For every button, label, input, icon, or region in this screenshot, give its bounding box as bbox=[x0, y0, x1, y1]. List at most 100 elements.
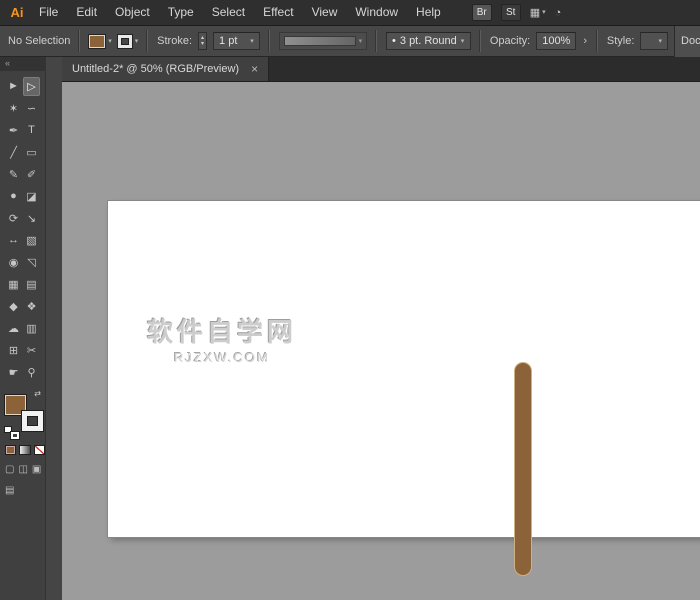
illustrator-window: Ai File Edit Object Type Select Effect V… bbox=[0, 0, 700, 600]
width-profile-dropdown[interactable]: ▾ bbox=[279, 32, 368, 50]
stroke-label: Stroke: bbox=[157, 35, 192, 47]
menu-edit[interactable]: Edit bbox=[67, 0, 106, 25]
cs-live-icon[interactable]: ◔ bbox=[555, 7, 562, 19]
column-graph-tool[interactable]: ▥ bbox=[23, 319, 40, 338]
tab-title: Untitled-2* @ 50% (RGB/Preview) bbox=[72, 63, 239, 75]
width-tool[interactable]: ↔ bbox=[5, 231, 22, 250]
stepper-down-icon: ▾ bbox=[201, 41, 204, 47]
chevron-right-icon[interactable]: › bbox=[582, 35, 588, 47]
chevron-down-icon: ▾ bbox=[461, 38, 465, 45]
stroke-color-dropdown[interactable]: ▾ bbox=[118, 35, 139, 48]
shape-builder-tool[interactable]: ◉ bbox=[5, 253, 22, 272]
menu-view[interactable]: View bbox=[303, 0, 347, 25]
divider bbox=[269, 30, 270, 52]
document-tab[interactable]: Untitled-2* @ 50% (RGB/Preview) × bbox=[62, 57, 269, 81]
slice-tool[interactable]: ✂ bbox=[23, 341, 40, 360]
menu-object[interactable]: Object bbox=[106, 0, 159, 25]
hand-tool[interactable]: ☛ bbox=[5, 363, 22, 382]
brush-name: 3 pt. Round bbox=[400, 35, 457, 47]
artboard-tool[interactable]: ⊞ bbox=[5, 341, 22, 360]
style-label: Style: bbox=[607, 35, 635, 47]
brush-dropdown[interactable]: • 3 pt. Round ▾ bbox=[386, 32, 471, 50]
menu-effect[interactable]: Effect bbox=[254, 0, 302, 25]
stroke-weight-stepper[interactable]: ▴ ▾ bbox=[198, 32, 207, 50]
color-button[interactable] bbox=[5, 445, 16, 455]
tools-panel: « ► ▷ ✶ ∽ ✒ T ╱ ▭ ✎ ✐ ● ◪ ⟳ ↘ ↔ bbox=[0, 57, 46, 600]
screen-mode-row: ▤ bbox=[5, 485, 45, 497]
chevron-down-icon: ▾ bbox=[659, 38, 663, 45]
eraser-tool[interactable]: ◪ bbox=[23, 187, 40, 206]
selection-status-label: No Selection bbox=[8, 35, 70, 47]
chevron-down-icon: ▾ bbox=[250, 38, 254, 45]
menu-type[interactable]: Type bbox=[159, 0, 203, 25]
default-fill-stroke-icon[interactable] bbox=[4, 426, 19, 439]
style-dropdown[interactable]: ▾ bbox=[640, 32, 668, 50]
menu-help[interactable]: Help bbox=[407, 0, 450, 25]
rounded-bar-shape[interactable] bbox=[514, 362, 532, 576]
rotate-tool[interactable]: ⟳ bbox=[5, 209, 22, 228]
divider bbox=[480, 30, 481, 52]
paint-mode-row bbox=[5, 445, 45, 455]
pencil-tool[interactable]: ✐ bbox=[23, 165, 40, 184]
canvas-area[interactable]: 软件自学网 RJZXW.COM bbox=[62, 82, 700, 600]
divider bbox=[597, 30, 598, 52]
zoom-tool[interactable]: ⚲ bbox=[23, 363, 40, 382]
selection-tool[interactable]: ► bbox=[5, 77, 22, 96]
stroke-weight-value: 1 pt bbox=[219, 35, 237, 47]
opacity-value: 100% bbox=[542, 35, 570, 47]
divider bbox=[376, 30, 377, 52]
none-button[interactable] bbox=[34, 445, 45, 455]
opacity-label: Opacity: bbox=[490, 35, 530, 47]
eyedropper-tool[interactable]: ◆ bbox=[5, 297, 22, 316]
fill-color-dropdown[interactable]: ▾ bbox=[89, 35, 112, 48]
stroke-weight-field[interactable]: 1 pt ▾ bbox=[213, 32, 260, 50]
bridge-button[interactable]: Br bbox=[472, 4, 492, 21]
magic-wand-tool[interactable]: ✶ bbox=[5, 99, 22, 118]
divider bbox=[79, 30, 80, 52]
swap-fill-stroke-icon[interactable]: ⇄ bbox=[34, 389, 41, 398]
scale-tool[interactable]: ↘ bbox=[23, 209, 40, 228]
draw-inside-icon[interactable]: ▣ bbox=[32, 464, 41, 476]
chevron-down-icon: ▾ bbox=[108, 38, 112, 45]
width-profile-preview bbox=[284, 36, 356, 46]
gradient-button[interactable] bbox=[19, 445, 30, 455]
document-setup-button[interactable]: Doc bbox=[674, 26, 700, 57]
menu-window[interactable]: Window bbox=[346, 0, 407, 25]
draw-behind-icon[interactable]: ◫ bbox=[18, 464, 27, 476]
blob-brush-tool[interactable]: ● bbox=[5, 187, 22, 206]
menu-file[interactable]: File bbox=[30, 0, 67, 25]
artboard[interactable] bbox=[108, 201, 700, 537]
direct-selection-tool[interactable]: ▷ bbox=[23, 77, 40, 96]
screen-mode-icon[interactable]: ▤ bbox=[5, 485, 14, 497]
stroke-swatch bbox=[118, 35, 132, 48]
menu-select[interactable]: Select bbox=[203, 0, 254, 25]
gradient-tool[interactable]: ▤ bbox=[23, 275, 40, 294]
opacity-field[interactable]: 100% bbox=[536, 32, 576, 50]
chevron-down-icon: ▾ bbox=[359, 38, 363, 45]
type-tool[interactable]: T bbox=[23, 121, 40, 140]
chevron-down-icon: ▾ bbox=[135, 38, 139, 45]
perspective-grid-tool[interactable]: ◹ bbox=[23, 253, 40, 272]
close-icon[interactable]: × bbox=[251, 62, 258, 76]
lasso-tool[interactable]: ∽ bbox=[23, 99, 40, 118]
menu-bar: Ai File Edit Object Type Select Effect V… bbox=[0, 0, 700, 26]
stock-button[interactable]: St bbox=[501, 4, 521, 21]
free-transform-tool[interactable]: ▧ bbox=[23, 231, 40, 250]
chevron-down-icon: ▾ bbox=[542, 9, 546, 16]
stroke-color-swatch[interactable] bbox=[22, 411, 43, 431]
mesh-tool[interactable]: ▦ bbox=[5, 275, 22, 294]
blend-tool[interactable]: ❖ bbox=[23, 297, 40, 316]
tools-sidebar: « ► ▷ ✶ ∽ ✒ T ╱ ▭ ✎ ✐ ● ◪ ⟳ ↘ ↔ bbox=[0, 57, 62, 600]
collapse-panel-button[interactable]: « bbox=[0, 57, 45, 71]
document-area: Untitled-2* @ 50% (RGB/Preview) × 软件自学网 … bbox=[62, 57, 700, 600]
arrange-documents-button[interactable]: ▦ ▾ bbox=[530, 6, 546, 19]
rectangle-tool[interactable]: ▭ bbox=[23, 143, 40, 162]
divider bbox=[147, 30, 148, 52]
symbol-sprayer-tool[interactable]: ☁ bbox=[5, 319, 22, 338]
drawing-mode-row: ▢ ◫ ▣ bbox=[5, 464, 45, 476]
draw-normal-icon[interactable]: ▢ bbox=[5, 464, 14, 476]
menu-bar-right: Br St ▦ ▾ ◔ bbox=[472, 4, 562, 21]
paintbrush-tool[interactable]: ✎ bbox=[5, 165, 22, 184]
line-segment-tool[interactable]: ╱ bbox=[5, 143, 22, 162]
pen-tool[interactable]: ✒ bbox=[5, 121, 22, 140]
